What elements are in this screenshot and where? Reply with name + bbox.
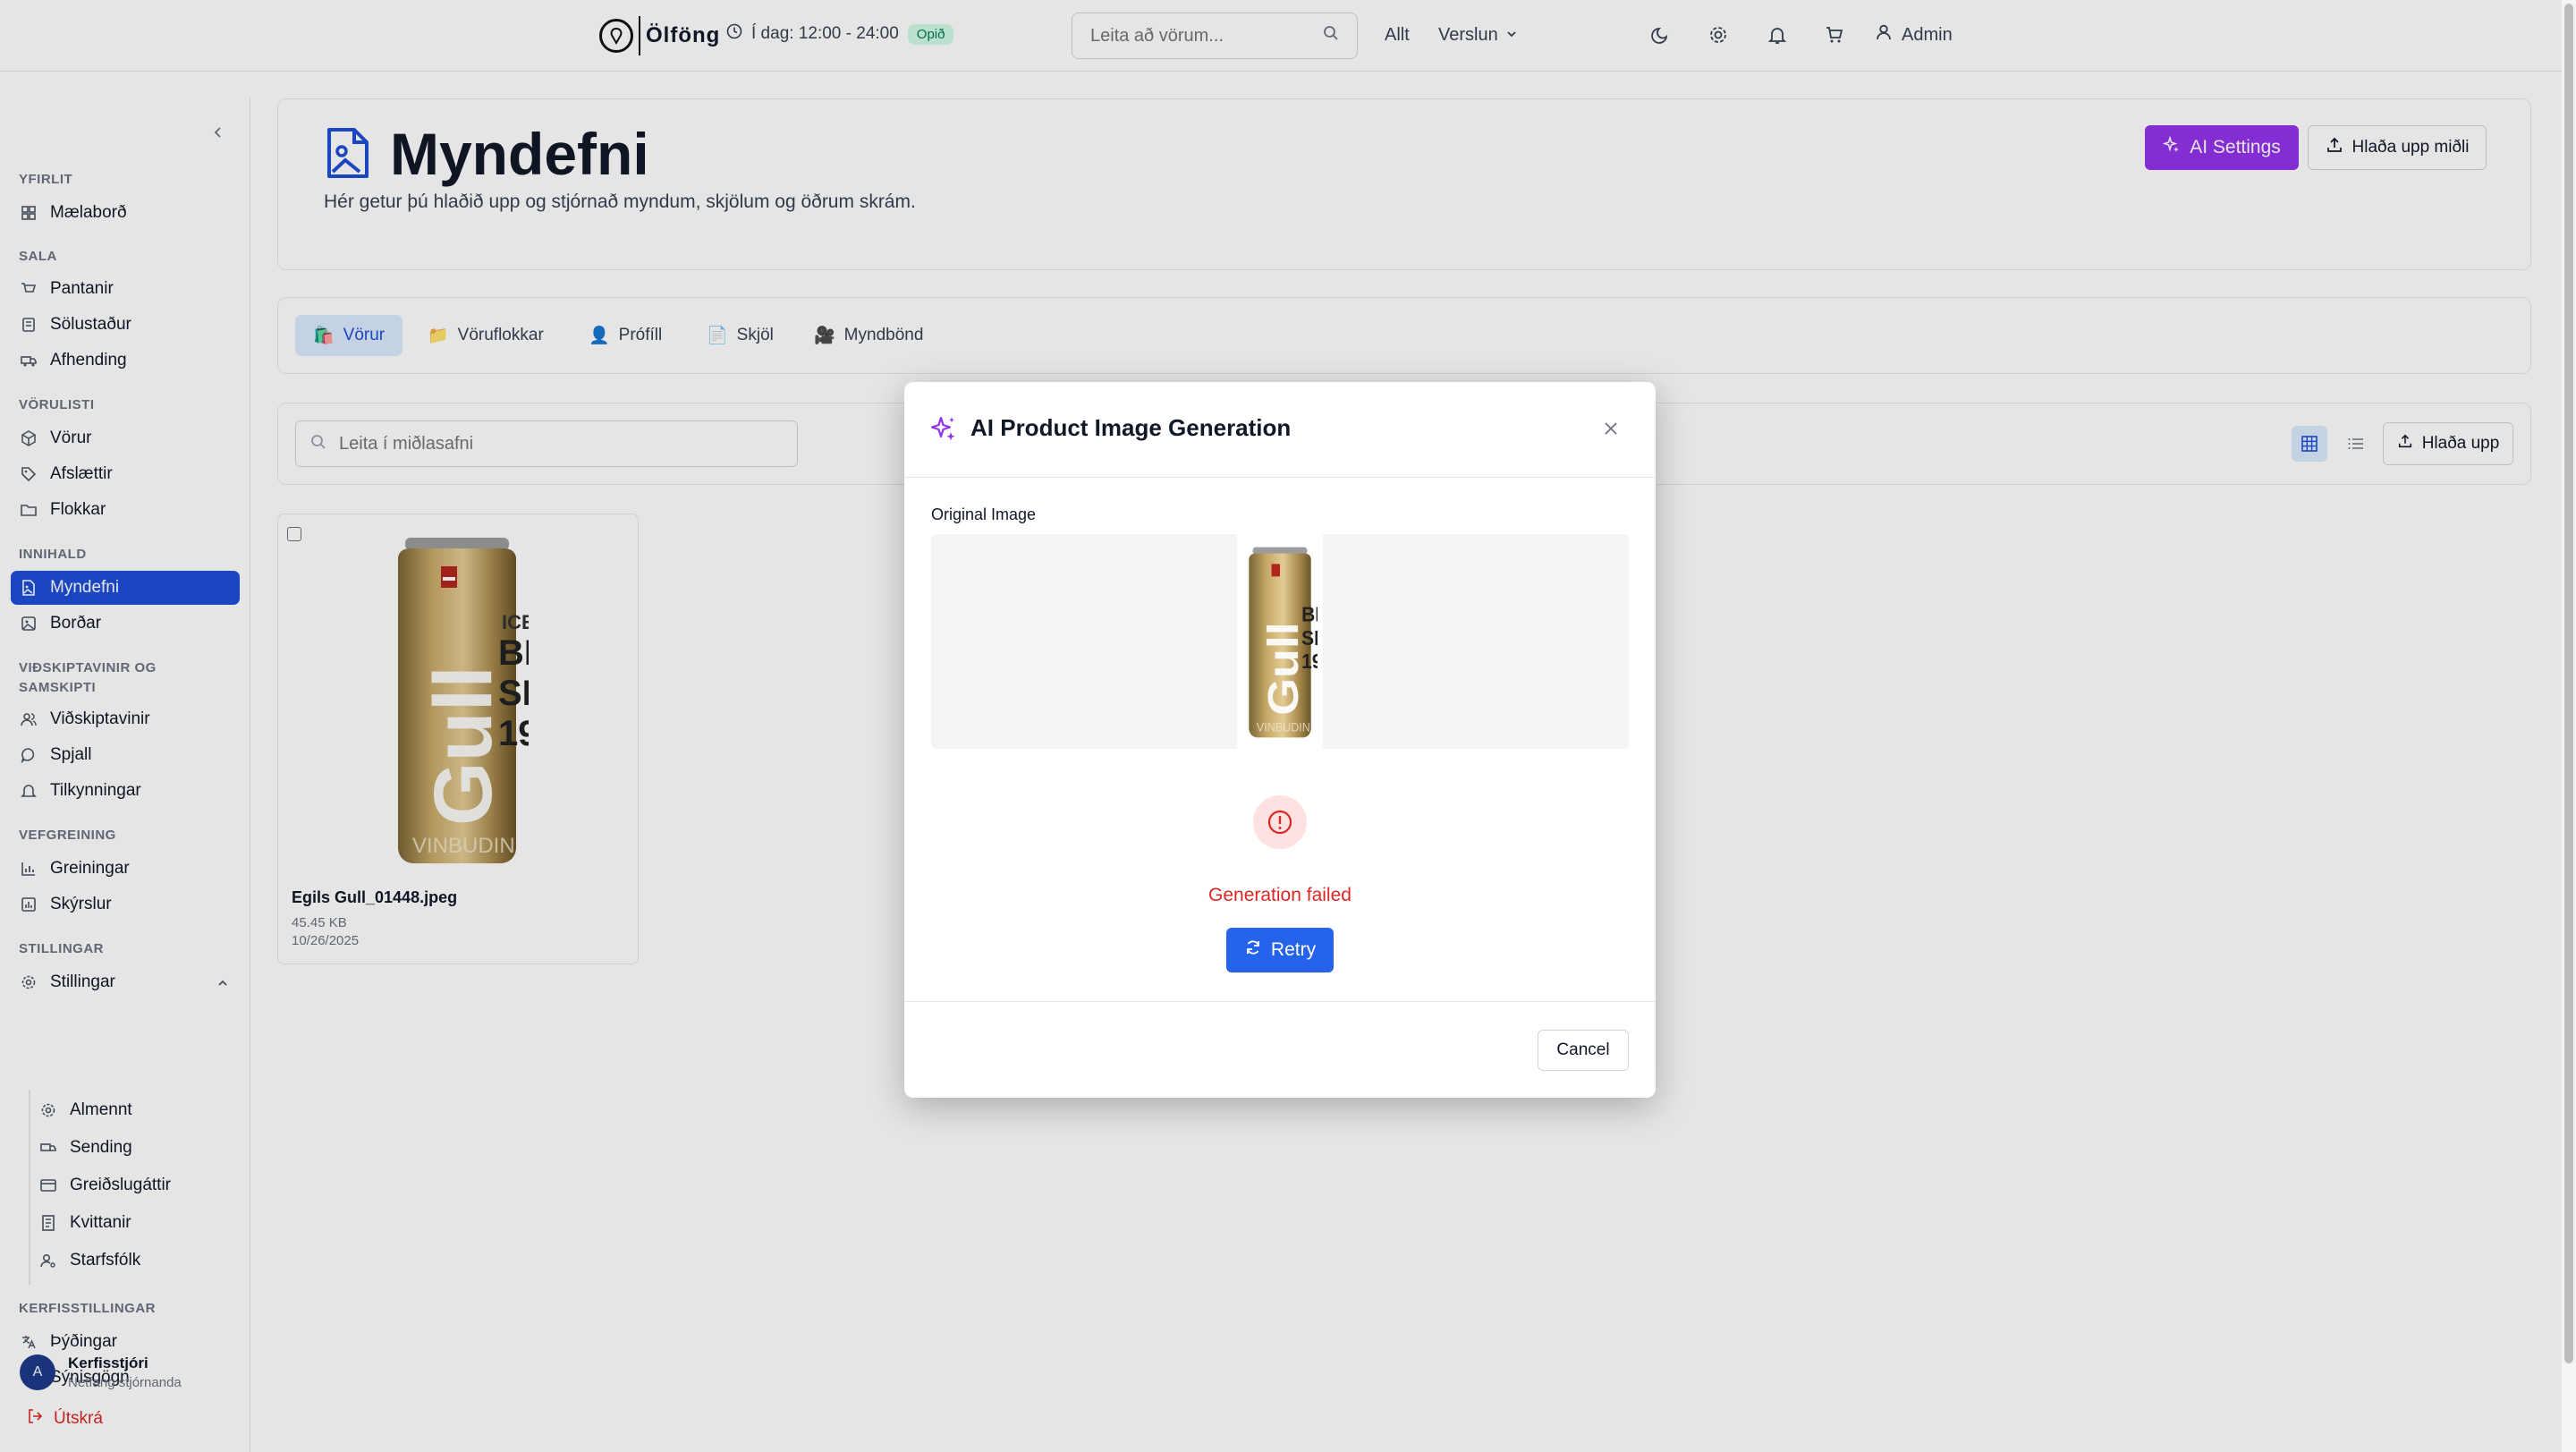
sparkles-icon (929, 414, 958, 443)
svg-text:Gull: Gull (1258, 622, 1307, 715)
dialog-footer-divider (904, 1001, 1656, 1002)
svg-text:SI: SI (1301, 626, 1318, 650)
beer-can-image: Gull BE SI 19 VINBUDIN (1242, 543, 1327, 746)
retry-label: Retry (1270, 939, 1317, 960)
svg-text:VINBUDIN: VINBUDIN (1257, 720, 1310, 734)
error-icon (1253, 795, 1307, 849)
svg-text:19: 19 (1301, 650, 1318, 673)
retry-button[interactable]: Retry (1226, 928, 1334, 972)
svg-text:BE: BE (1301, 603, 1318, 626)
original-image-label: Original Image (931, 505, 1037, 523)
refresh-icon (1244, 938, 1262, 962)
scrollbar-thumb[interactable] (2564, 4, 2573, 1363)
dialog-title: AI Product Image Generation (970, 414, 1292, 441)
error-message: Generation failed (1208, 885, 1352, 905)
dialog-header-divider (904, 477, 1656, 478)
close-icon[interactable] (1597, 414, 1625, 443)
cancel-button[interactable]: Cancel (1538, 1030, 1629, 1071)
original-image-preview: Gull BE SI 19 VINBUDIN (931, 534, 1629, 749)
ai-image-generation-dialog: AI Product Image Generation Original Ima… (904, 382, 1656, 1098)
